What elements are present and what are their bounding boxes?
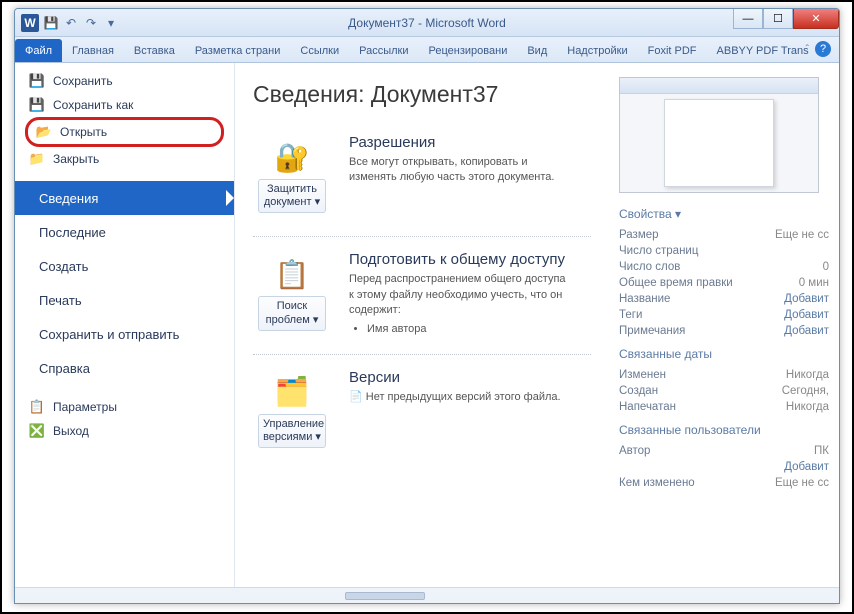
tab-home[interactable]: Главная: [62, 39, 124, 62]
menu-open[interactable]: 📂Открыть: [25, 117, 224, 147]
qat-save-icon[interactable]: 💾: [43, 15, 59, 31]
tab-abbyy[interactable]: ABBYY PDF Trans: [707, 39, 819, 62]
exit-icon: ❎: [29, 423, 45, 439]
tab-page-layout[interactable]: Разметка страни: [185, 39, 291, 62]
menu-print[interactable]: Печать: [15, 283, 234, 317]
ribbon-tabs: Файл Главная Вставка Разметка страни Ссы…: [15, 37, 839, 63]
related-people-heading: Связанные пользователи: [619, 423, 829, 437]
backstage-view: 💾Сохранить 💾Сохранить как 📂Открыть 📁Закр…: [15, 63, 839, 603]
save-as-icon: 💾: [29, 97, 45, 113]
app-window: W 💾 ↶ ↷ ▾ Документ37 - Microsoft Word — …: [14, 8, 840, 604]
versions-body: 📄 Нет предыдущих версий этого файла.: [349, 390, 561, 405]
folder-close-icon: 📁: [29, 151, 45, 167]
add-comments-link[interactable]: Добавит: [784, 325, 829, 337]
ribbon-collapse-icon[interactable]: ˆ: [806, 44, 809, 55]
lock-icon: 🔐: [274, 139, 310, 175]
menu-new[interactable]: Создать: [15, 249, 234, 283]
menu-save-as[interactable]: 💾Сохранить как: [15, 93, 234, 117]
checklist-icon: 📋: [274, 256, 310, 292]
maximize-button[interactable]: ☐: [763, 9, 793, 29]
prepare-body: Перед распространением общего доступа к …: [349, 272, 569, 318]
qat-undo-icon[interactable]: ↶: [63, 15, 79, 31]
tab-mailings[interactable]: Рассылки: [349, 39, 418, 62]
prepare-title: Подготовить к общему доступу: [349, 251, 569, 268]
info-panel: Сведения: Документ37 🔐 Защитить документ…: [235, 63, 609, 603]
info-heading: Сведения: Документ37: [253, 81, 591, 108]
menu-share[interactable]: Сохранить и отправить: [15, 317, 234, 351]
tab-addins[interactable]: Надстройки: [557, 39, 637, 62]
tab-insert[interactable]: Вставка: [124, 39, 185, 62]
add-tags-link[interactable]: Добавит: [784, 309, 829, 321]
prepare-bullet: Имя автора: [367, 323, 569, 335]
add-title-link[interactable]: Добавит: [784, 293, 829, 305]
prepare-section: 📋 Поиск проблем ▾ Подготовить к общему д…: [253, 243, 591, 354]
tab-foxit[interactable]: Foxit PDF: [638, 39, 707, 62]
tab-file[interactable]: Файл: [15, 39, 62, 62]
protect-document-button[interactable]: 🔐 Защитить документ ▾: [253, 134, 331, 218]
backstage-menu: 💾Сохранить 💾Сохранить как 📂Открыть 📁Закр…: [15, 63, 235, 603]
add-author-link[interactable]: Добавит: [784, 461, 829, 473]
permissions-section: 🔐 Защитить документ ▾ Разрешения Все мог…: [253, 126, 591, 237]
menu-save[interactable]: 💾Сохранить: [15, 69, 234, 93]
versions-section: 🗂️ Управление версиями ▾ Версии 📄 Нет пр…: [253, 361, 591, 471]
save-icon: 💾: [29, 73, 45, 89]
versions-title: Версии: [349, 369, 561, 386]
horizontal-scrollbar[interactable]: [15, 587, 839, 603]
manage-versions-button[interactable]: 🗂️ Управление версиями ▾: [253, 369, 331, 453]
permissions-title: Разрешения: [349, 134, 569, 151]
related-dates-heading: Связанные даты: [619, 347, 829, 361]
options-icon: 📋: [29, 399, 45, 415]
menu-close[interactable]: 📁Закрыть: [15, 147, 234, 171]
permissions-body: Все могут открывать, копировать и изменя…: [349, 155, 569, 186]
word-app-icon: W: [21, 14, 39, 32]
folder-open-icon: 📂: [36, 124, 52, 140]
tab-references[interactable]: Ссылки: [290, 39, 349, 62]
document-preview: [619, 77, 819, 193]
menu-exit[interactable]: ❎Выход: [15, 419, 234, 443]
titlebar: W 💾 ↶ ↷ ▾ Документ37 - Microsoft Word — …: [15, 9, 839, 37]
quick-access-toolbar: W 💾 ↶ ↷ ▾: [15, 14, 119, 32]
versions-icon: 🗂️: [274, 374, 310, 410]
tab-review[interactable]: Рецензировани: [419, 39, 518, 62]
menu-options[interactable]: 📋Параметры: [15, 395, 234, 419]
check-issues-button[interactable]: 📋 Поиск проблем ▾: [253, 251, 331, 335]
minimize-button[interactable]: —: [733, 9, 763, 29]
qat-redo-icon[interactable]: ↷: [83, 15, 99, 31]
close-button[interactable]: ✕: [793, 9, 839, 29]
menu-recent[interactable]: Последние: [15, 215, 234, 249]
window-title: Документ37 - Microsoft Word: [348, 16, 506, 30]
menu-info[interactable]: Сведения: [15, 181, 234, 215]
qat-dropdown-icon[interactable]: ▾: [103, 15, 119, 31]
help-icon[interactable]: ?: [815, 41, 831, 57]
properties-panel: Свойства ▾ РазмерЕще не сс Число страниц…: [609, 63, 839, 603]
tab-view[interactable]: Вид: [517, 39, 557, 62]
menu-help[interactable]: Справка: [15, 351, 234, 385]
properties-heading[interactable]: Свойства ▾: [619, 207, 829, 221]
